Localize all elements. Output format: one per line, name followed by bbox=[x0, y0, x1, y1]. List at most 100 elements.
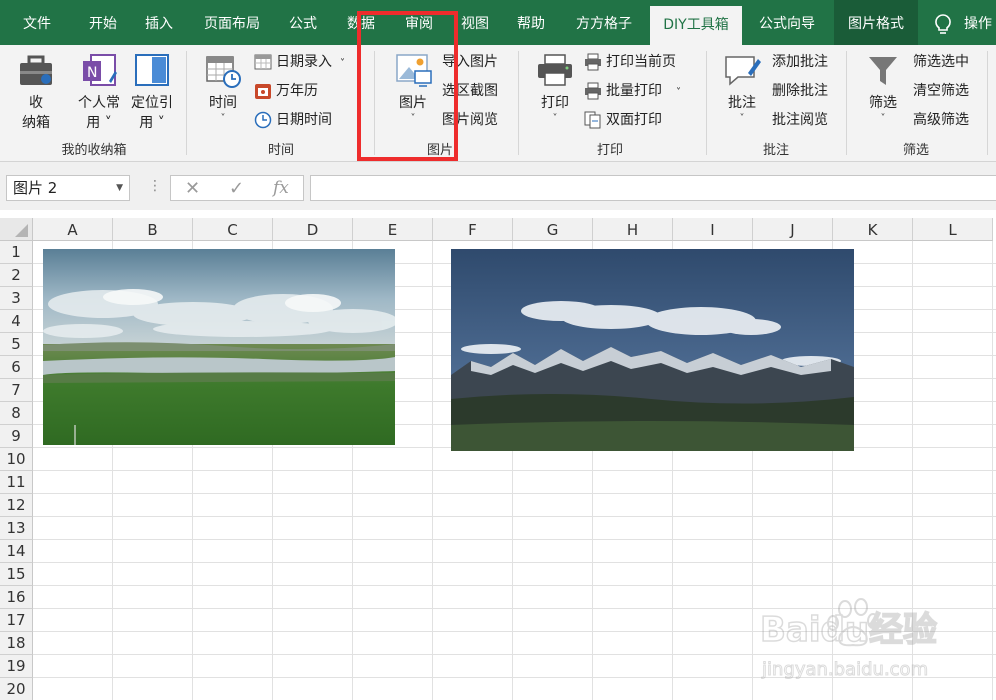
select-all-corner[interactable] bbox=[0, 218, 33, 241]
row-header-4[interactable]: 4 bbox=[0, 310, 33, 333]
comment-button[interactable]: 批注 ˅ bbox=[716, 53, 768, 125]
personal-use-button[interactable]: N 个人常 用 ˅ bbox=[72, 53, 126, 133]
clear-filter-button[interactable]: 清空筛选 bbox=[913, 80, 969, 102]
tab-fangfang[interactable]: 方方格子 bbox=[566, 0, 642, 45]
row-header-9[interactable]: 9 bbox=[0, 425, 33, 448]
column-header-i[interactable]: I bbox=[673, 218, 753, 241]
tab-view[interactable]: 视图 bbox=[452, 0, 498, 45]
advanced-filter-button[interactable]: 高级筛选 bbox=[913, 109, 969, 131]
name-box[interactable]: 图片 2 ▼ bbox=[6, 175, 130, 201]
drag-handle-icon[interactable]: ⋮ bbox=[148, 178, 162, 194]
column-header-j[interactable]: J bbox=[753, 218, 833, 241]
toolbox-icon bbox=[20, 55, 52, 85]
calendar-clock-icon bbox=[206, 56, 241, 88]
print-current-page-button[interactable]: 打印当前页 bbox=[584, 51, 676, 73]
tab-diy-toolbox[interactable]: DIY工具箱 bbox=[650, 6, 742, 45]
locate-ref-button[interactable]: 定位引 用 ˅ bbox=[128, 53, 176, 133]
tab-tell-me[interactable]: 操作 bbox=[964, 0, 996, 45]
row-header-15[interactable]: 15 bbox=[0, 563, 33, 586]
add-comment-button[interactable]: 添加批注 bbox=[772, 51, 828, 73]
row-header-7[interactable]: 7 bbox=[0, 379, 33, 402]
row-header-3[interactable]: 3 bbox=[0, 287, 33, 310]
locate-panel-icon bbox=[135, 54, 169, 86]
column-header-k[interactable]: K bbox=[833, 218, 913, 241]
printer-icon bbox=[538, 54, 572, 86]
picture-view-button[interactable]: 图片阅览 bbox=[442, 109, 498, 131]
tab-review[interactable]: 审阅 bbox=[396, 0, 442, 45]
row-header-12[interactable]: 12 bbox=[0, 494, 33, 517]
row-header-1[interactable]: 1 bbox=[0, 241, 33, 264]
date-entry-label: 日期录入 bbox=[276, 54, 332, 70]
print-button[interactable]: 打印 ˅ bbox=[530, 53, 580, 125]
calendar-grid-icon bbox=[254, 54, 272, 70]
view-comment-button[interactable]: 批注阅览 bbox=[772, 109, 828, 131]
cancel-icon[interactable]: ✕ bbox=[185, 178, 200, 199]
date-entry-button[interactable]: 日期录入 ˅ bbox=[254, 51, 345, 73]
duplex-print-button[interactable]: 双面打印 bbox=[584, 109, 662, 131]
chevron-down-icon: ˅ bbox=[676, 87, 681, 98]
row-header-2[interactable]: 2 bbox=[0, 264, 33, 287]
row-header-20[interactable]: 20 bbox=[0, 678, 33, 700]
batch-print-button[interactable]: 批量打印 ˅ bbox=[584, 80, 681, 102]
column-header-c[interactable]: C bbox=[193, 218, 273, 241]
column-header-g[interactable]: G bbox=[513, 218, 593, 241]
landscape-picture-1[interactable] bbox=[43, 249, 395, 445]
row-header-6[interactable]: 6 bbox=[0, 356, 33, 379]
time-button[interactable]: 时间 ˅ bbox=[198, 53, 248, 125]
tab-picture-format[interactable]: 图片格式 bbox=[834, 0, 918, 45]
column-header-e[interactable]: E bbox=[353, 218, 433, 241]
region-screenshot-button[interactable]: 选区截图 bbox=[442, 80, 498, 102]
picture-icon bbox=[396, 54, 432, 87]
column-header-a[interactable]: A bbox=[33, 218, 113, 241]
column-header-b[interactable]: B bbox=[113, 218, 193, 241]
filter-button[interactable]: 筛选 ˅ bbox=[858, 53, 908, 125]
delete-comment-button[interactable]: 删除批注 bbox=[772, 80, 828, 102]
row-header-17[interactable]: 17 bbox=[0, 609, 33, 632]
storage-box-button[interactable]: 收 纳箱 bbox=[10, 53, 62, 133]
insert-function-icon[interactable]: fx bbox=[273, 178, 289, 198]
watermark-url: jingyan.baidu.com bbox=[761, 659, 928, 680]
tab-insert[interactable]: 插入 bbox=[136, 0, 182, 45]
row-header-18[interactable]: 18 bbox=[0, 632, 33, 655]
import-picture-button[interactable]: 导入图片 bbox=[442, 51, 498, 73]
tab-home[interactable]: 开始 bbox=[80, 0, 126, 45]
chevron-down-icon: ˅ bbox=[739, 113, 745, 124]
perpetual-calendar-icon bbox=[255, 84, 271, 99]
landscape-picture-2[interactable] bbox=[451, 249, 854, 451]
tab-data[interactable]: 数据 bbox=[338, 0, 384, 45]
confirm-icon[interactable]: ✓ bbox=[229, 178, 244, 199]
group-separator bbox=[186, 51, 187, 155]
tab-file[interactable]: 文件 bbox=[14, 0, 60, 45]
column-header-f[interactable]: F bbox=[433, 218, 513, 241]
row-header-10[interactable]: 10 bbox=[0, 448, 33, 471]
row-header-16[interactable]: 16 bbox=[0, 586, 33, 609]
row-header-5[interactable]: 5 bbox=[0, 333, 33, 356]
chevron-down-icon[interactable]: ▼ bbox=[116, 176, 123, 200]
tab-formulas[interactable]: 公式 bbox=[280, 0, 326, 45]
lightbulb-icon[interactable] bbox=[934, 14, 952, 36]
filter-selected-button[interactable]: 筛选选中 bbox=[913, 51, 969, 73]
picture-button[interactable]: 图片 ˅ bbox=[388, 53, 438, 125]
row-header-13[interactable]: 13 bbox=[0, 517, 33, 540]
row-header-11[interactable]: 11 bbox=[0, 471, 33, 494]
formula-input[interactable] bbox=[310, 175, 996, 201]
row-header-19[interactable]: 19 bbox=[0, 655, 33, 678]
chevron-down-icon: ˅ bbox=[880, 113, 886, 124]
group-separator bbox=[374, 51, 375, 155]
datetime-button[interactable]: 日期时间 bbox=[254, 109, 332, 131]
column-header-d[interactable]: D bbox=[273, 218, 353, 241]
column-header-l[interactable]: L bbox=[913, 218, 993, 241]
row-header-8[interactable]: 8 bbox=[0, 402, 33, 425]
ribbon-panel: 收 纳箱 N 个人常 用 ˅ 定位引 用 ˅ 我的收纳箱 时间 ˅ 日期录入 ˅… bbox=[0, 45, 996, 162]
print-page-icon bbox=[585, 53, 601, 71]
print-label: 打印 bbox=[541, 95, 569, 111]
tab-page-layout[interactable]: 页面布局 bbox=[196, 0, 268, 45]
comment-icon bbox=[725, 56, 761, 86]
group-separator bbox=[518, 51, 519, 155]
column-header-h[interactable]: H bbox=[593, 218, 673, 241]
tab-formula-wizard[interactable]: 公式向导 bbox=[750, 0, 824, 45]
tab-help[interactable]: 帮助 bbox=[508, 0, 554, 45]
row-header-14[interactable]: 14 bbox=[0, 540, 33, 563]
svg-text:N: N bbox=[87, 65, 97, 81]
calendar-button[interactable]: 万年历 bbox=[254, 80, 318, 102]
